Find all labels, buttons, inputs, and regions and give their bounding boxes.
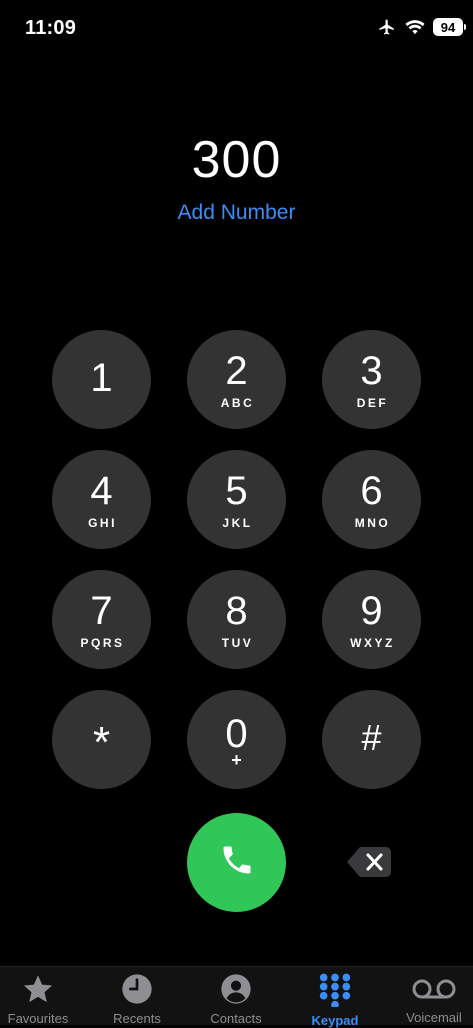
call-button[interactable]: [187, 813, 286, 912]
key-5[interactable]: 5 JKL: [187, 450, 286, 549]
key-digit: 1: [90, 355, 113, 400]
key-9[interactable]: 9 WXYZ: [322, 570, 421, 669]
key-letters: PQRS: [80, 635, 125, 650]
key-letters: WXYZ: [350, 635, 395, 650]
voicemail-icon: [411, 973, 457, 1004]
key-digit: 5: [225, 468, 248, 513]
key-digit: 9: [360, 588, 383, 633]
key-star[interactable]: *: [52, 690, 151, 789]
phone-icon: [219, 842, 255, 883]
key-hash[interactable]: #: [322, 690, 421, 789]
key-letters: DEF: [356, 395, 389, 410]
key-letters: MNO: [354, 515, 391, 530]
tab-contacts[interactable]: Contacts: [189, 967, 283, 1026]
key-digit: 4: [90, 468, 113, 513]
airplane-icon: [377, 18, 397, 36]
person-icon: [220, 973, 252, 1005]
key-digit: 6: [360, 468, 383, 513]
battery-icon: 94: [433, 18, 466, 36]
clock-icon: [121, 973, 153, 1005]
add-number-link[interactable]: Add Number: [0, 201, 473, 225]
key-letters: GHI: [88, 515, 117, 530]
tab-label: Voicemail: [406, 1010, 462, 1025]
key-4[interactable]: 4 GHI: [52, 450, 151, 549]
key-letters: +: [231, 749, 242, 770]
tab-voicemail[interactable]: Voicemail: [387, 967, 473, 1025]
tab-label: Keypad: [311, 1013, 359, 1028]
status-bar: 11:09 94: [0, 0, 473, 60]
tab-recents[interactable]: Recents: [90, 967, 184, 1026]
key-digit: *: [92, 717, 111, 767]
key-letters: JKL: [222, 515, 253, 530]
key-2[interactable]: 2 ABC: [187, 330, 286, 429]
key-digit: 7: [90, 588, 113, 633]
key-6[interactable]: 6 MNO: [322, 450, 421, 549]
dialed-number: 300: [191, 131, 282, 189]
key-7[interactable]: 7 PQRS: [52, 570, 151, 669]
key-digit: #: [361, 716, 382, 758]
key-1[interactable]: 1: [52, 330, 151, 429]
status-icons: 94: [377, 18, 466, 36]
status-time: 11:09: [25, 17, 77, 39]
key-letters: ABC: [220, 395, 255, 410]
key-3[interactable]: 3 DEF: [322, 330, 421, 429]
key-digit: 2: [225, 348, 248, 393]
key-digit: 8: [225, 588, 248, 633]
keypad-icon: [318, 973, 352, 1007]
key-8[interactable]: 8 TUV: [187, 570, 286, 669]
tab-bar: Favourites Recents Contacts Keypad Voice…: [0, 966, 473, 1028]
star-icon: [21, 973, 55, 1005]
wifi-icon: [405, 19, 425, 35]
key-letters: TUV: [221, 635, 254, 650]
keypad: 1 2 ABC 3 DEF 4 GHI 5 JKL 6 MNO 7 PQRS 8…: [52, 330, 421, 790]
backspace-button[interactable]: [346, 846, 392, 878]
backspace-icon: [346, 847, 392, 882]
key-digit: 0: [225, 711, 248, 756]
key-0[interactable]: 0 +: [187, 690, 286, 789]
tab-favourites[interactable]: Favourites: [0, 967, 85, 1026]
key-digit: 3: [360, 348, 383, 393]
tab-keypad[interactable]: Keypad: [288, 967, 382, 1028]
